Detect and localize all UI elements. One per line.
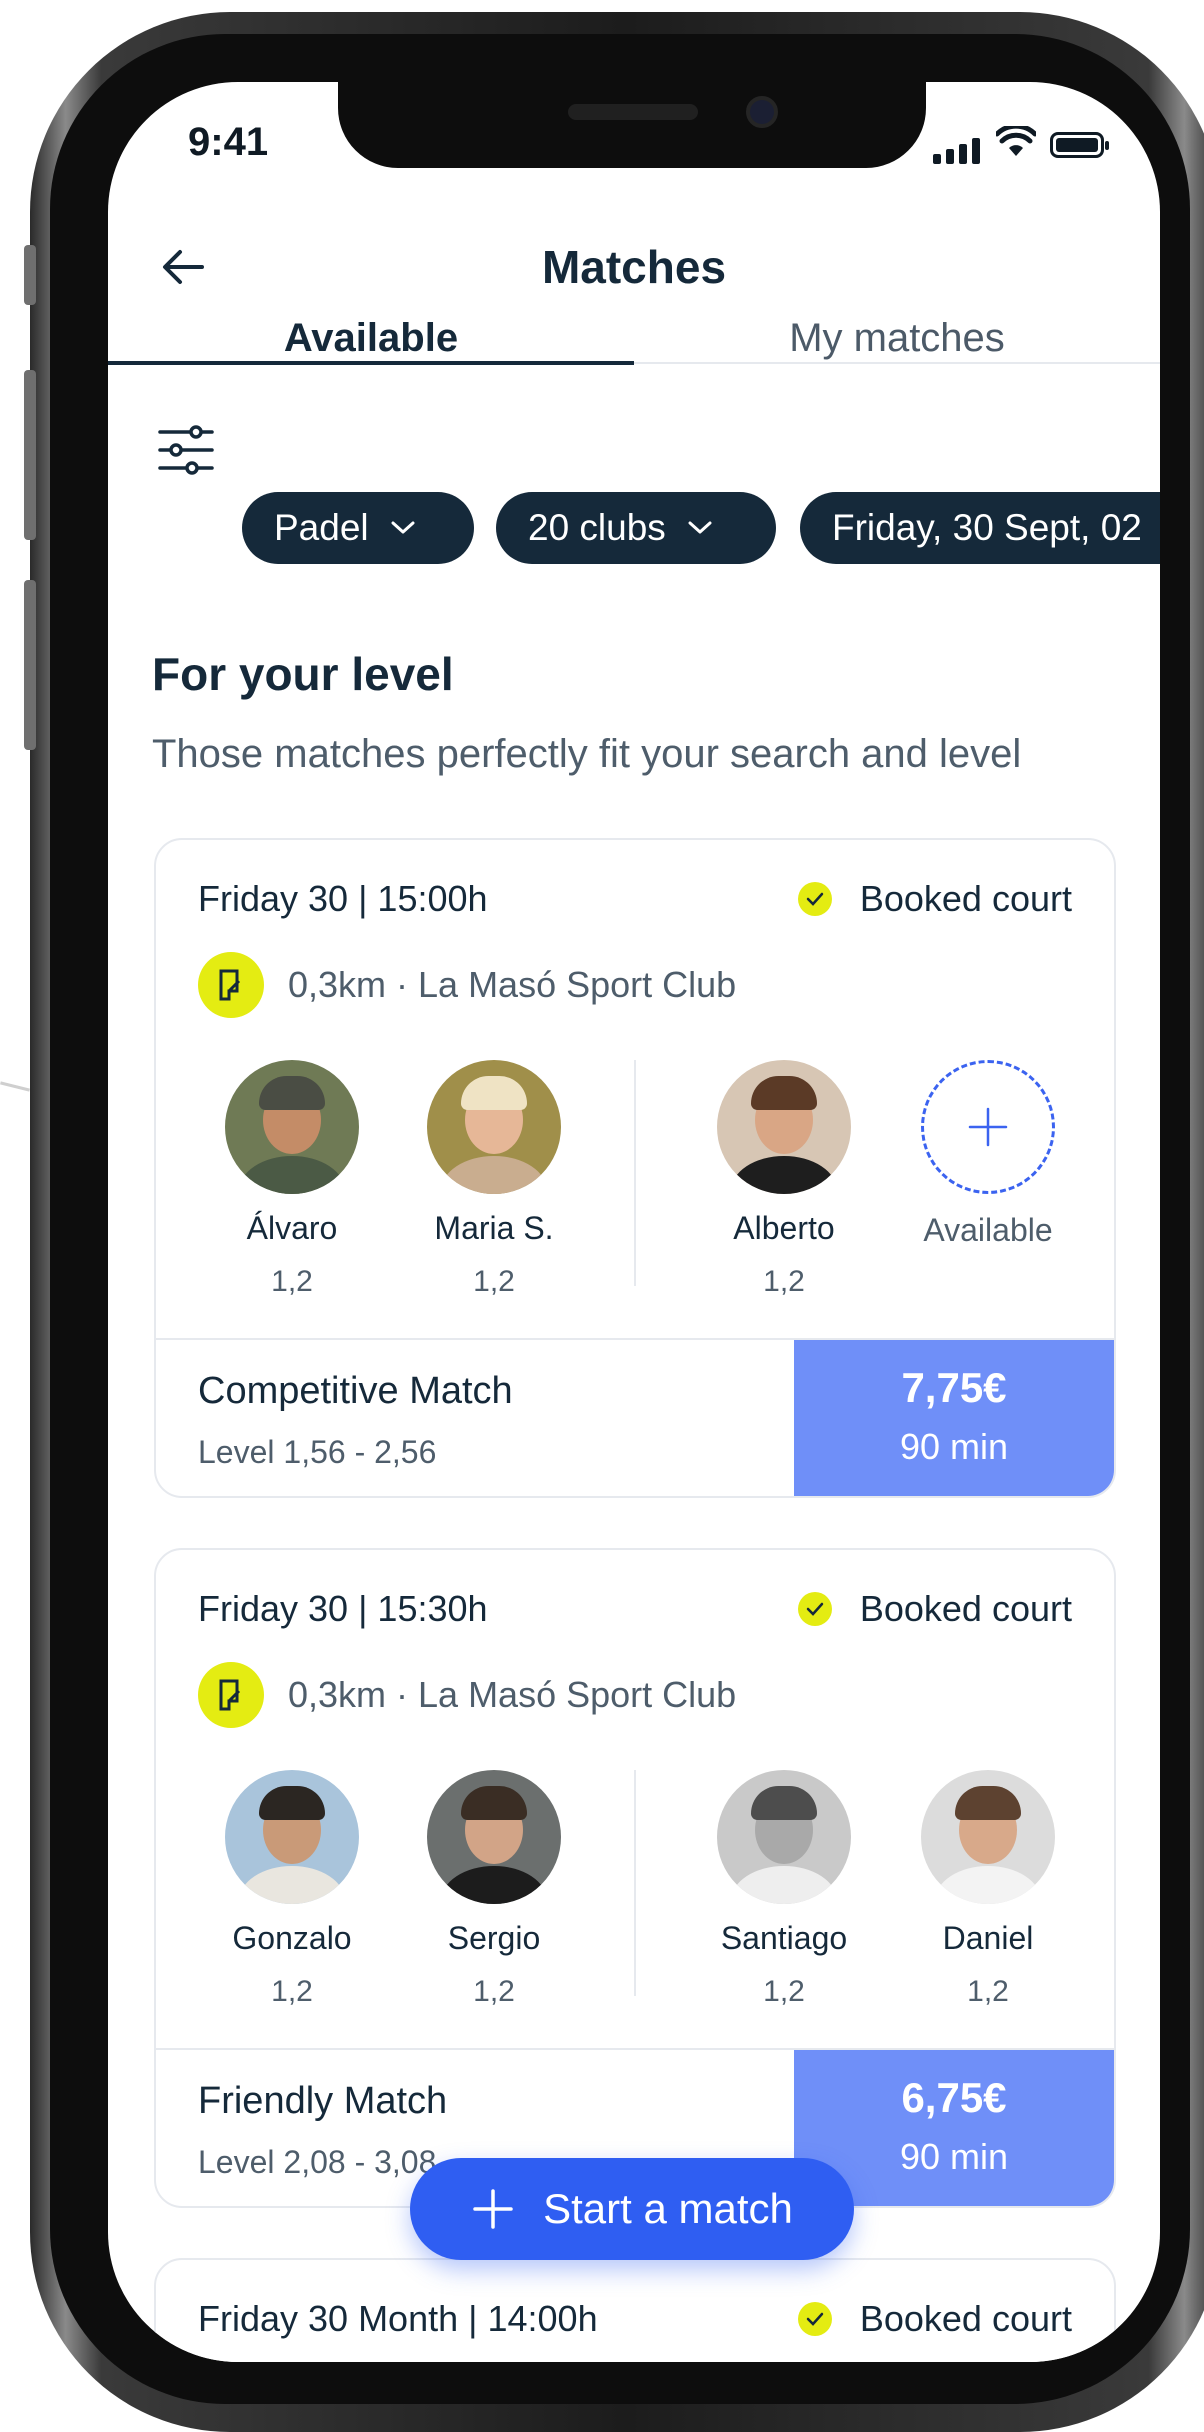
page-title: Matches (541, 241, 727, 293)
match-duration: 90 min (899, 1426, 1009, 1467)
booked-court-label: Booked court (859, 878, 1072, 919)
start-match-button[interactable]: Start a match (410, 2158, 854, 2260)
player-level: 1,2 (271, 1265, 313, 1298)
start-match-label: Start a match (543, 2185, 793, 2232)
match-datetime: Friday 30 | 15:30h (198, 1588, 488, 1629)
booked-court-label: Booked court (859, 1588, 1072, 1629)
player-avatar (717, 1770, 851, 1904)
notch (338, 82, 926, 168)
player-slot[interactable]: Santiago 1,2 (684, 1770, 884, 2009)
speaker-grille (568, 104, 698, 120)
player-level: 1,2 (473, 1265, 515, 1298)
match-price: 6,75€ (901, 2074, 1007, 2121)
club-info: 0,3km · La Masó Sport Club (198, 1662, 736, 1728)
match-card[interactable]: Friday 30 Month | 14:00h Booked court (154, 2258, 1116, 2362)
match-card[interactable]: Friday 30 | 15:00h Booked court 0,3km · … (154, 838, 1116, 1498)
section-title: For your level (152, 648, 454, 700)
decorative-line (0, 1081, 30, 1092)
player-slot[interactable]: Álvaro 1,2 (192, 1060, 392, 1299)
player-avatar (921, 1770, 1055, 1904)
match-footer: Competitive Match Level 1,56 - 2,56 7,75… (156, 1338, 1114, 1496)
plus-icon (473, 2189, 513, 2229)
player-level: 1,2 (967, 1975, 1009, 2008)
player-avatar (427, 1060, 561, 1194)
player-slot[interactable]: Maria S. 1,2 (394, 1060, 594, 1299)
player-name: Álvaro (246, 1210, 338, 1246)
available-slot[interactable]: Available (888, 1060, 1088, 1249)
match-type: Competitive Match (198, 1370, 513, 1412)
player-avatar (427, 1770, 561, 1904)
cellular-signal-icon (933, 138, 980, 164)
match-type: Friendly Match (198, 2080, 448, 2122)
plus-icon (968, 1107, 1008, 1147)
booked-court-label: Booked court (859, 2298, 1072, 2339)
check-icon (797, 2302, 832, 2336)
date-filter-chip[interactable]: Friday, 30 Sept, 02 (800, 492, 1160, 564)
chevron-down-icon (391, 521, 415, 534)
match-price: 7,75€ (901, 1364, 1007, 1411)
player-name: Sergio (447, 1920, 541, 1956)
battery-icon (1050, 132, 1109, 158)
booked-court-badge: Booked court (797, 1588, 1072, 1630)
player-name: Maria S. (434, 1210, 554, 1246)
available-label: Available (923, 1212, 1053, 1248)
booked-court-badge: Booked court (797, 2298, 1072, 2340)
date-filter-label: Friday, 30 Sept, 02 (832, 507, 1142, 548)
player-avatar (225, 1060, 359, 1194)
clubs-filter-label: 20 clubs (528, 507, 666, 548)
player-avatar (717, 1060, 851, 1194)
club-logo-icon (198, 952, 264, 1018)
booked-court-badge: Booked court (797, 878, 1072, 920)
add-player-button[interactable] (921, 1060, 1055, 1194)
front-camera (746, 96, 778, 128)
tab-available[interactable]: Available (108, 316, 634, 361)
price-box[interactable]: 7,75€ 90 min (794, 1340, 1114, 1496)
player-name: Santiago (720, 1920, 848, 1956)
status-time: 9:41 (188, 120, 269, 164)
mute-switch (24, 245, 36, 305)
player-slot[interactable]: Sergio 1,2 (394, 1770, 594, 2009)
player-name: Alberto (733, 1210, 835, 1246)
tab-bar: Available My matches (108, 292, 1160, 365)
check-icon (797, 882, 832, 916)
match-card[interactable]: Friday 30 | 15:30h Booked court 0,3km · … (154, 1548, 1116, 2208)
team-divider (634, 1060, 636, 1286)
player-level: 1,2 (763, 1975, 805, 2008)
team-divider (634, 1770, 636, 1996)
active-tab-indicator (108, 361, 634, 365)
match-datetime: Friday 30 | 15:00h (198, 878, 488, 919)
club-logo-icon (198, 1662, 264, 1728)
player-level: 1,2 (271, 1975, 313, 2008)
wifi-icon (996, 126, 1036, 156)
filter-sliders-icon[interactable] (156, 420, 216, 480)
match-level-range: Level 1,56 - 2,56 (198, 1434, 437, 1470)
match-duration: 90 min (899, 2136, 1009, 2177)
club-distance-name: 0,3km · La Masó Sport Club (288, 1674, 737, 1715)
sport-filter-label: Padel (274, 507, 369, 548)
match-datetime: Friday 30 Month | 14:00h (198, 2298, 598, 2339)
player-name: Gonzalo (232, 1920, 352, 1956)
chevron-down-icon (688, 521, 712, 534)
match-level-range: Level 2,08 - 3,08 (198, 2144, 437, 2180)
player-slot[interactable]: Gonzalo 1,2 (192, 1770, 392, 2009)
volume-down-button (24, 580, 36, 750)
player-level: 1,2 (473, 1975, 515, 2008)
player-avatar (225, 1770, 359, 1904)
section-subtitle: Those matches perfectly fit your search … (152, 732, 1022, 776)
club-info: 0,3km · La Masó Sport Club (198, 952, 736, 1018)
player-slot[interactable]: Alberto 1,2 (684, 1060, 884, 1299)
club-distance-name: 0,3km · La Masó Sport Club (288, 964, 737, 1005)
check-icon (797, 1592, 832, 1626)
clubs-filter-chip[interactable]: 20 clubs (496, 492, 776, 564)
tab-my-matches[interactable]: My matches (634, 316, 1160, 361)
sport-filter-chip[interactable]: Padel (242, 492, 474, 564)
player-name: Daniel (942, 1920, 1034, 1956)
player-slot[interactable]: Daniel 1,2 (888, 1770, 1088, 2009)
volume-up-button (24, 370, 36, 540)
player-level: 1,2 (763, 1265, 805, 1298)
app-screen: 9:41 Matches Available My matches Padel … (108, 82, 1160, 2362)
